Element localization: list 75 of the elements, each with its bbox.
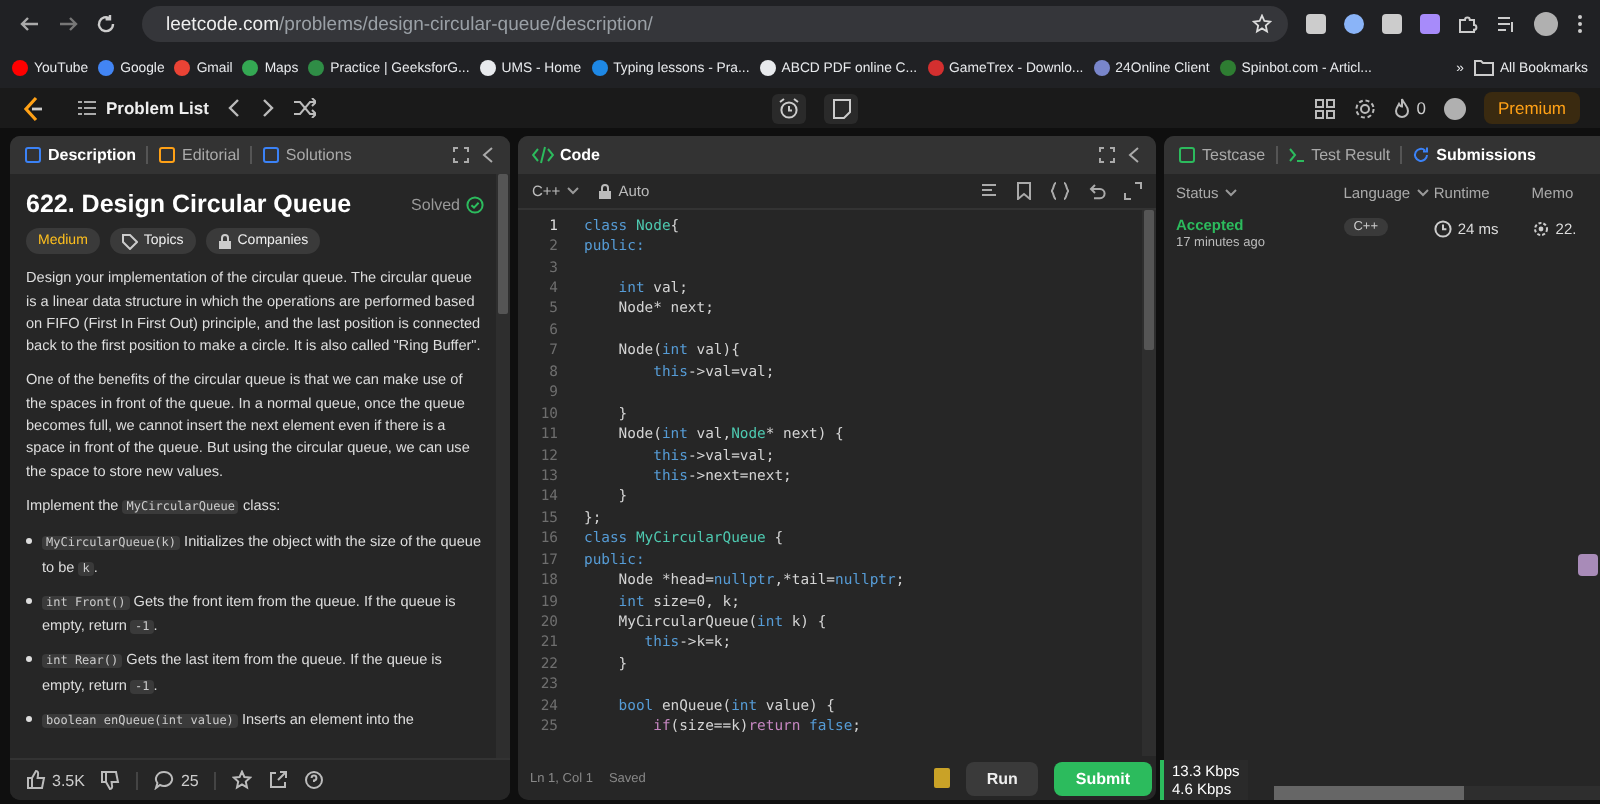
- undo-icon[interactable]: [1088, 182, 1106, 200]
- scrollbar[interactable]: [1274, 786, 1600, 800]
- thumbs-up-icon: [26, 770, 46, 790]
- comment-icon: [154, 770, 175, 790]
- expand-icon[interactable]: [452, 146, 470, 164]
- flame-icon: [1394, 98, 1411, 118]
- code-icon: [532, 146, 554, 164]
- note-button[interactable]: [824, 93, 859, 123]
- streak-counter[interactable]: 0: [1394, 98, 1426, 118]
- fullscreen-icon[interactable]: [1124, 182, 1142, 200]
- help-icon[interactable]: [304, 770, 325, 790]
- avatar[interactable]: [1444, 97, 1466, 119]
- chevron-down-icon: [1416, 187, 1431, 197]
- bullet-icon: [26, 597, 32, 604]
- bookmark-icon[interactable]: [1016, 182, 1032, 200]
- problem-list-link[interactable]: Problem List: [78, 98, 209, 118]
- logo-icon[interactable]: [20, 95, 44, 121]
- media-icon[interactable]: [1496, 14, 1516, 34]
- like-button[interactable]: 3.5K: [26, 770, 85, 790]
- check-circle-icon: [466, 196, 484, 215]
- solved-status: Solved: [411, 194, 484, 217]
- panel-tab[interactable]: Submissions: [1412, 146, 1536, 164]
- list-icon: [78, 100, 96, 116]
- folder-icon: [1473, 60, 1494, 76]
- panel-tab[interactable]: Test Result: [1287, 146, 1391, 164]
- star-icon[interactable]: [232, 770, 253, 790]
- chevron-down-icon: [566, 186, 581, 196]
- lock-icon: [217, 233, 232, 250]
- bullet-icon: [26, 716, 32, 723]
- premium-button[interactable]: Premium: [1484, 92, 1581, 124]
- chevron-down-icon: [1224, 187, 1239, 197]
- bullet-icon: [26, 538, 32, 545]
- comments-button[interactable]: 25: [154, 770, 199, 790]
- collapse-icon[interactable]: [480, 146, 496, 164]
- lock-icon: [598, 183, 613, 199]
- grid-icon[interactable]: [1314, 97, 1337, 119]
- menu-icon[interactable]: [1576, 14, 1584, 34]
- checkbox-icon: [1178, 146, 1196, 164]
- expand-icon[interactable]: [1098, 146, 1116, 164]
- scrollbar[interactable]: [496, 174, 510, 758]
- run-button[interactable]: Run: [966, 761, 1038, 795]
- forward-icon[interactable]: [58, 14, 78, 34]
- settings-icon[interactable]: [1354, 97, 1377, 119]
- clipboard-icon[interactable]: [934, 768, 951, 788]
- collapse-icon[interactable]: [1126, 146, 1142, 164]
- format-icon[interactable]: [980, 182, 998, 200]
- floating-widget-icon[interactable]: [1578, 554, 1598, 576]
- panel-title: Code: [532, 146, 600, 164]
- problem-title: 622. Design Circular Queue: [26, 194, 352, 217]
- refresh-icon: [1412, 146, 1431, 164]
- back-icon[interactable]: [20, 14, 40, 34]
- chevron-left-icon[interactable]: [226, 98, 243, 118]
- puzzle-icon[interactable]: [1458, 14, 1478, 34]
- panel-tab[interactable]: Editorial: [158, 146, 240, 164]
- tab-icon: [261, 146, 280, 164]
- panel-tab[interactable]: Description: [24, 146, 137, 164]
- chip-icon: [1531, 220, 1550, 238]
- tab-icon: [24, 146, 42, 164]
- shuffle-icon[interactable]: [294, 98, 317, 118]
- terminal-icon: [1287, 146, 1306, 164]
- bullet-icon: [26, 656, 32, 663]
- braces-icon[interactable]: [1050, 182, 1070, 200]
- clock-icon: [1433, 220, 1452, 238]
- alarm-button[interactable]: [772, 93, 807, 123]
- panel-tab[interactable]: Testcase: [1178, 146, 1266, 164]
- chevron-right-icon[interactable]: [260, 98, 277, 118]
- tab-icon: [158, 146, 177, 164]
- tag-icon: [121, 233, 138, 250]
- reload-icon[interactable]: [96, 14, 116, 34]
- share-icon[interactable]: [268, 770, 289, 790]
- avatar[interactable]: [1534, 12, 1558, 36]
- dislike-icon[interactable]: [100, 770, 121, 790]
- panel-tab[interactable]: Solutions: [261, 146, 352, 164]
- address-bar[interactable]: leetcode.com/problems/design-circular-queue/description/: [142, 6, 1288, 42]
- scrollbar[interactable]: [1142, 210, 1156, 756]
